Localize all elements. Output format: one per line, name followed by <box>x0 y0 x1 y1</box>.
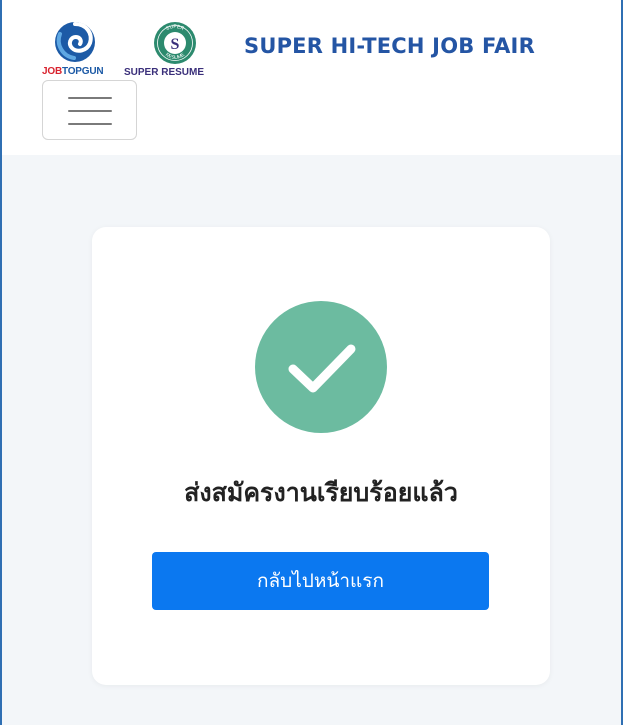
super-resume-badge-letter: S <box>171 36 180 53</box>
back-to-home-button[interactable]: กลับไปหน้าแรก <box>152 552 489 610</box>
super-resume-wordmark: SUPER RESUME <box>124 67 205 78</box>
success-message: ส่งสมัครงานเรียบร้อยแล้ว <box>184 478 458 507</box>
jobtopgun-wordmark-topgun: TOPGUN <box>61 66 104 77</box>
jobtopgun-logo[interactable]: JOBTOPGUN <box>42 20 114 82</box>
jobtopgun-swirl-icon <box>55 22 95 62</box>
jobtopgun-wordmark: JOBTOPGUN <box>42 66 126 77</box>
site-header: JOBTOPGUN S SUPER RESUME SUPER RESUME SU… <box>2 0 621 155</box>
site-title[interactable]: SUPER HI-TECH JOB FAIR <box>244 34 535 58</box>
jobtopgun-wordmark-job: JOB <box>42 66 62 77</box>
check-circle-icon <box>255 301 387 433</box>
browser-frame: JOBTOPGUN S SUPER RESUME SUPER RESUME SU… <box>0 0 623 725</box>
confirmation-card: ส่งสมัครงานเรียบร้อยแล้ว กลับไปหน้าแรก <box>92 227 550 685</box>
main-content: ส่งสมัครงานเรียบร้อยแล้ว กลับไปหน้าแรก <box>2 155 621 725</box>
menu-toggle-button[interactable] <box>42 80 137 140</box>
super-resume-logo[interactable]: S SUPER RESUME SUPER RESUME <box>124 20 234 82</box>
super-resume-badge-icon: S SUPER RESUME <box>154 22 196 64</box>
